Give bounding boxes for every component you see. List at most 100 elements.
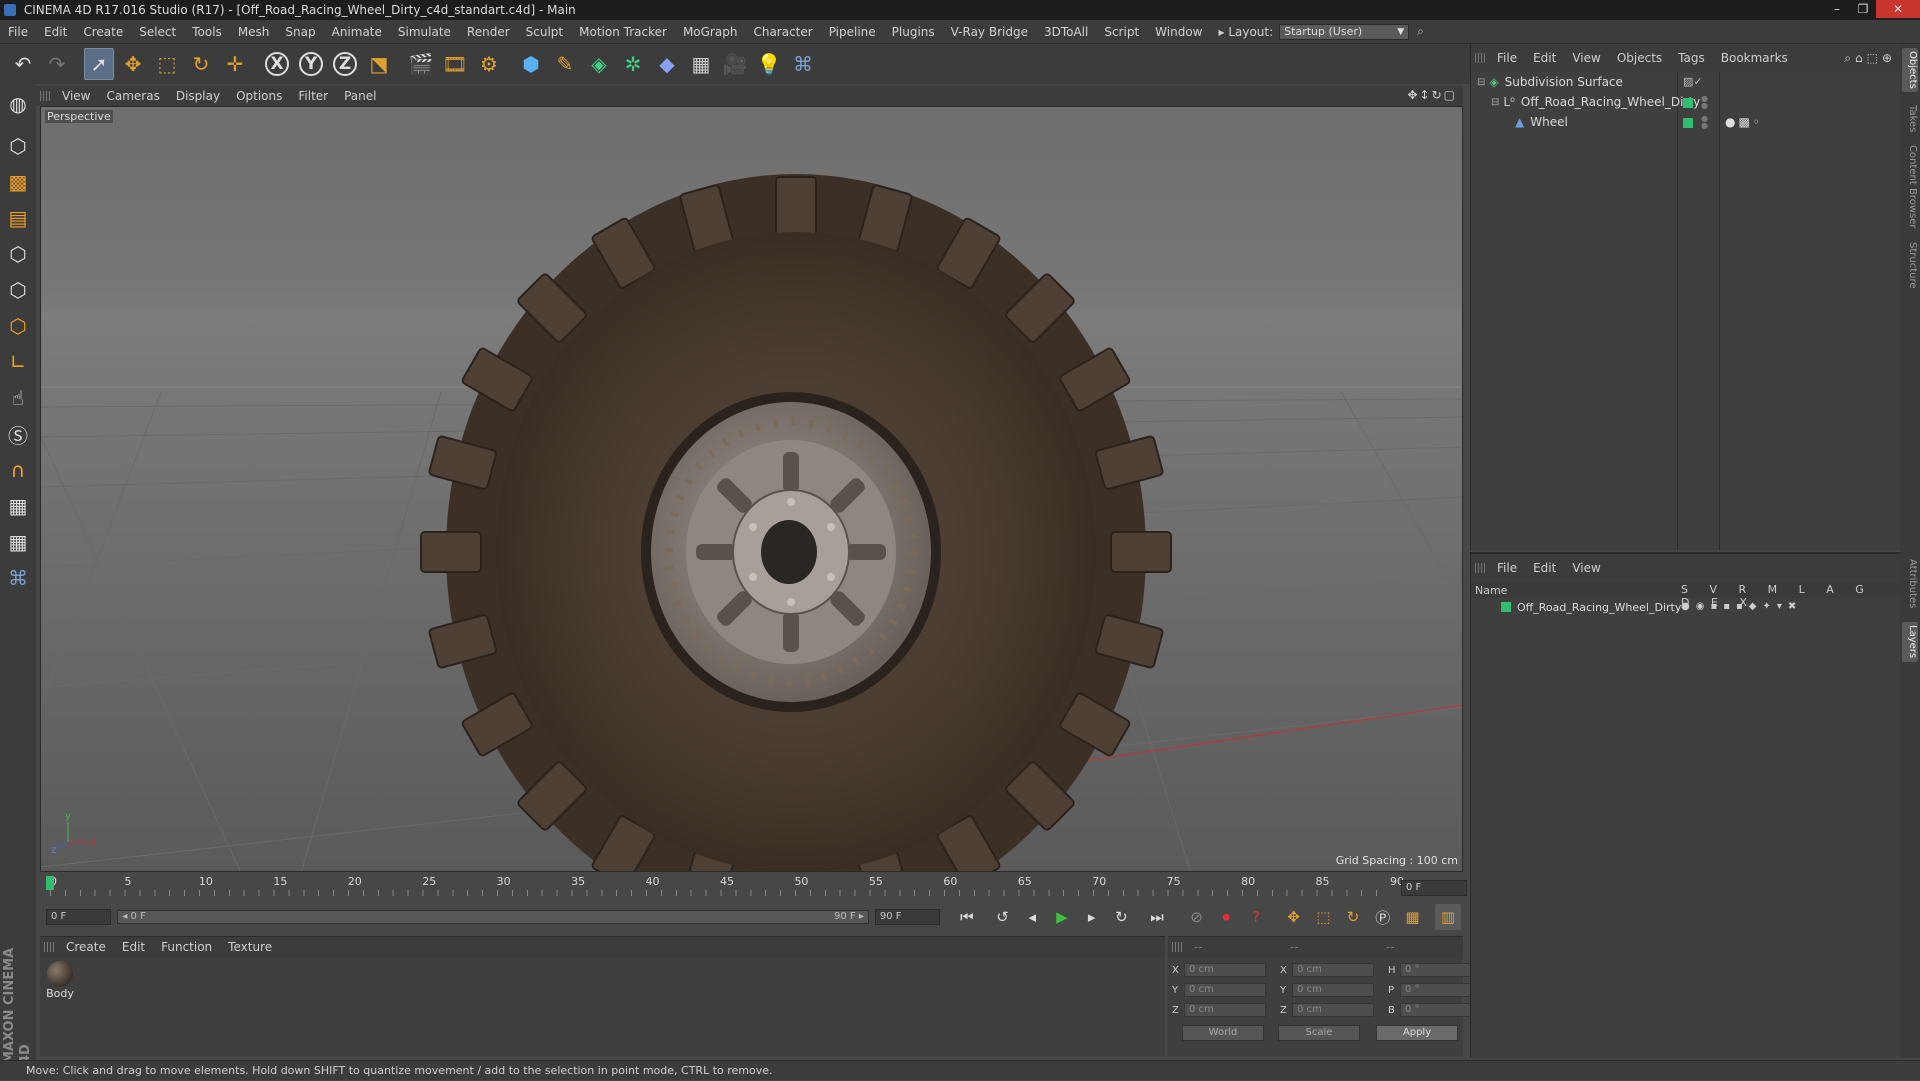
search-icon[interactable]: ⌕ [1417, 24, 1424, 39]
menu-edit[interactable]: Edit [36, 25, 75, 39]
perspective-viewport[interactable]: y z x Perspective Grid Spacing : 100 cm [40, 106, 1463, 872]
layer-color-swatch[interactable] [1501, 602, 1511, 612]
object-row[interactable]: ▲ Wheel ● ● ●▩◦ [1471, 112, 1900, 132]
record-rotation-icon[interactable]: ↻ [1340, 904, 1366, 930]
end-frame-field[interactable]: 90 F [874, 909, 941, 925]
timeline-ruler[interactable]: 051015202530354045505560657075808590 0 F [40, 874, 1467, 898]
position-x-field[interactable]: 0 cm [1184, 963, 1266, 977]
python-icon[interactable]: ⌘ [788, 48, 818, 80]
record-pla-icon[interactable]: ▦ [1400, 904, 1426, 930]
menu-sculpt[interactable]: Sculpt [518, 25, 571, 39]
apply-button[interactable]: Apply [1376, 1025, 1458, 1041]
menu-pipeline[interactable]: Pipeline [821, 25, 884, 39]
lm-menu-edit[interactable]: Edit [1525, 561, 1564, 575]
menu-snap[interactable]: Snap [277, 25, 323, 39]
render-to-picture-viewer-icon[interactable]: 🎞 [440, 48, 470, 80]
coordinate-system-select[interactable]: World [1182, 1025, 1264, 1041]
cloner-icon[interactable]: ✲ [618, 48, 648, 80]
render-settings-icon[interactable]: ⚙ [474, 48, 504, 80]
viewport-navigation-icons[interactable]: ✥↕↻▢ [1407, 88, 1457, 102]
maximize-button[interactable]: ❐ [1850, 0, 1876, 18]
record-scale-icon[interactable]: ⬚ [1310, 904, 1336, 930]
previous-frame-icon[interactable]: ◂ [1019, 904, 1045, 930]
material-menu-function[interactable]: Function [153, 940, 220, 954]
panel-grip-icon[interactable] [1475, 563, 1485, 573]
menu-3dtoall[interactable]: 3DToAll [1036, 25, 1096, 39]
om-menu-edit[interactable]: Edit [1525, 51, 1564, 65]
wheel-model[interactable] [420, 174, 1172, 872]
material-swatch[interactable]: Body [44, 961, 76, 1000]
object-tags-icons[interactable]: ●▩◦ [1725, 115, 1763, 129]
menu-create[interactable]: Create [75, 25, 131, 39]
next-key-icon[interactable]: ↻ [1109, 904, 1135, 930]
material-menu-texture[interactable]: Texture [220, 940, 280, 954]
workplane-grid-icon[interactable]: ▦ [3, 526, 33, 558]
collapse-icon[interactable]: ⊟ [1491, 97, 1499, 108]
visibility-dots[interactable]: ● ● [1701, 115, 1708, 130]
workplane-mode-icon[interactable]: ▤ [3, 202, 33, 234]
previous-key-icon[interactable]: ↺ [990, 904, 1016, 930]
viewport-menu-options[interactable]: Options [228, 89, 290, 103]
snap-magnet-icon[interactable]: ∩ [3, 454, 33, 486]
layer-toggle-icons[interactable]: ●◉▪▪▪◆✦▾✖ [1681, 601, 1802, 612]
make-editable-icon[interactable]: ◍ [3, 88, 33, 120]
pen-spline-icon[interactable]: ✎ [550, 48, 580, 80]
tab-structure[interactable]: Structure [1902, 240, 1918, 290]
python-console-icon[interactable]: ⌘ [3, 562, 33, 594]
menu-tools[interactable]: Tools [184, 25, 230, 39]
play-forward-icon[interactable]: ▶ [1049, 904, 1075, 930]
tab-attributes[interactable]: Attributes [1902, 554, 1918, 614]
menu-motion-tracker[interactable]: Motion Tracker [571, 25, 675, 39]
om-menu-view[interactable]: View [1564, 51, 1608, 65]
layer-color-swatch[interactable] [1683, 98, 1693, 108]
record-parameter-icon[interactable]: Ⓟ [1370, 904, 1396, 930]
panel-grip-icon[interactable] [44, 942, 54, 952]
y-axis-lock-icon[interactable]: Y [296, 48, 326, 80]
om-menu-bookmarks[interactable]: Bookmarks [1713, 51, 1796, 65]
menu-simulate[interactable]: Simulate [390, 25, 459, 39]
size-z-field[interactable]: 0 cm [1292, 1003, 1374, 1017]
render-view-icon[interactable]: 🎬 [406, 48, 436, 80]
tab-objects[interactable]: Objects [1902, 48, 1918, 92]
visibility-dots[interactable]: ● ● [1701, 95, 1708, 110]
menu-file[interactable]: File [0, 25, 36, 39]
om-menu-objects[interactable]: Objects [1609, 51, 1670, 65]
tab-layers[interactable]: Layers [1902, 622, 1918, 662]
panel-grip-icon[interactable] [1475, 53, 1485, 63]
start-frame-field[interactable]: 0 F [46, 909, 112, 925]
texture-mode-icon[interactable]: ▩ [3, 166, 33, 198]
lm-menu-view[interactable]: View [1564, 561, 1608, 575]
go-to-end-icon[interactable]: ⏭ [1144, 904, 1170, 930]
object-row[interactable]: ⊟ ◈ Subdivision Surface ▨✓ [1471, 72, 1900, 92]
axis-mode-icon[interactable]: ∟ [3, 346, 33, 378]
material-menu-edit[interactable]: Edit [114, 940, 153, 954]
go-to-start-icon[interactable]: ⏮ [954, 904, 980, 930]
frame-range-slider[interactable]: ◂ 0 F 90 F ▸ [117, 910, 869, 924]
edges-mode-icon[interactable]: ⬡ [3, 274, 33, 306]
coordinate-system-icon[interactable]: ⬔ [364, 48, 394, 80]
position-y-field[interactable]: 0 cm [1184, 983, 1266, 997]
record-position-icon[interactable]: ✥ [1281, 904, 1307, 930]
menu-select[interactable]: Select [131, 25, 184, 39]
size-x-field[interactable]: 0 cm [1292, 963, 1374, 977]
om-menu-file[interactable]: File [1489, 51, 1525, 65]
tab-takes[interactable]: Takes [1902, 104, 1918, 134]
record-active-objects-icon[interactable]: ⊘ [1184, 904, 1210, 930]
z-axis-lock-icon[interactable]: Z [330, 48, 360, 80]
solo-mode-icon[interactable]: Ⓢ [3, 418, 33, 450]
object-flags-icon[interactable]: ▨✓ [1683, 75, 1703, 88]
layout-select[interactable]: Startup (User) ▼ [1279, 23, 1410, 40]
transform-tool-icon[interactable]: ✛ [220, 48, 250, 80]
minimize-button[interactable]: – [1824, 0, 1850, 18]
menu-mesh[interactable]: Mesh [230, 25, 278, 39]
x-axis-lock-icon[interactable]: X [262, 48, 292, 80]
undo-icon[interactable]: ↶ [8, 48, 38, 80]
cube-primitive-icon[interactable]: ⬢ [516, 48, 546, 80]
layer-row[interactable]: Off_Road_Racing_Wheel_Dirty ●◉▪▪▪◆✦▾✖ [1471, 598, 1900, 616]
menu-animate[interactable]: Animate [324, 25, 390, 39]
menu-script[interactable]: Script [1096, 25, 1147, 39]
camera-icon[interactable]: 🎥 [720, 48, 750, 80]
menu-vray-bridge[interactable]: V-Ray Bridge [943, 25, 1036, 39]
size-mode-select[interactable]: Scale [1278, 1025, 1360, 1041]
object-row[interactable]: ⊟ L⁰ Off_Road_Racing_Wheel_Dirty ● ● [1471, 92, 1900, 112]
